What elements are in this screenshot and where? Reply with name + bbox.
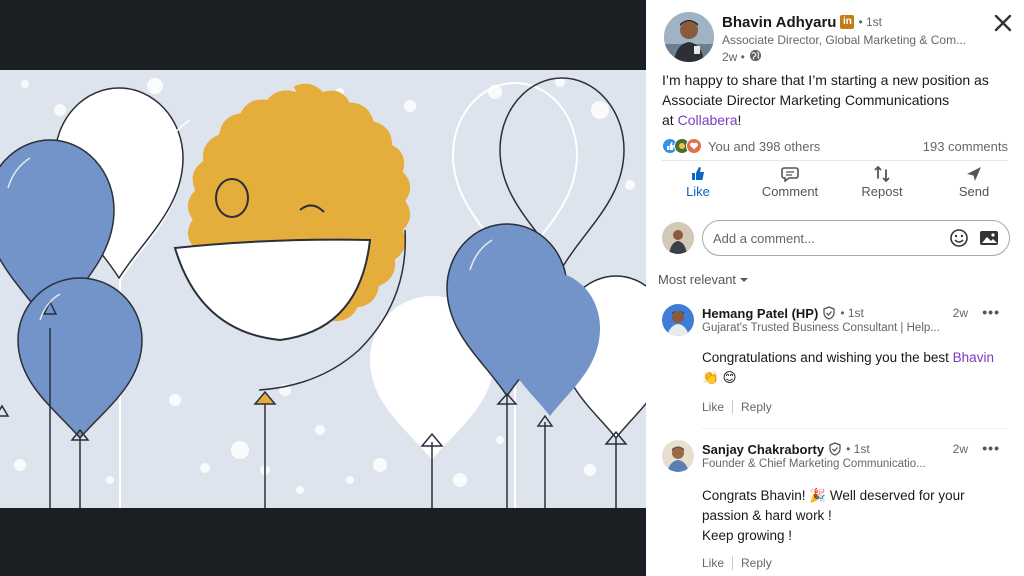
- globe-icon: [749, 49, 762, 65]
- comment-reply-button[interactable]: Reply: [741, 400, 772, 414]
- reactions-text[interactable]: You and 398 others: [708, 139, 820, 154]
- linkedin-badge-icon: in: [840, 15, 855, 29]
- post-text-line: at Collabera!: [662, 110, 1012, 130]
- commenter-name[interactable]: Hemang Patel (HP): [702, 306, 818, 321]
- comment-item: Sanjay Chakraborty • 1st Founder & Chief…: [662, 440, 1012, 576]
- post-text-line: I’m happy to share that I’m starting a n…: [662, 72, 989, 88]
- comment-text: Congratulations and wishing you the best…: [702, 348, 1008, 388]
- comment-reply-button[interactable]: Reply: [741, 556, 772, 570]
- post-actions: Like Comment Repost Send: [658, 164, 1014, 210]
- commenter-avatar[interactable]: [662, 304, 694, 336]
- comment-text-part: Congratulations and wishing you the best: [702, 350, 953, 365]
- author-headline: Associate Director, Global Marketing & C…: [722, 33, 967, 47]
- my-avatar[interactable]: [662, 222, 694, 254]
- connection-degree: • 1st: [846, 442, 870, 456]
- comment-emojis: 👏 😊: [702, 370, 737, 385]
- comment-time: 2w: [952, 306, 968, 320]
- repost-button[interactable]: Repost: [842, 164, 922, 210]
- close-icon[interactable]: [990, 10, 1016, 36]
- comment-placeholder: Add a comment...: [713, 230, 815, 246]
- comment-text-line: Keep growing !: [702, 528, 793, 543]
- send-icon: [966, 164, 982, 184]
- post-text: I’m happy to share that I’m starting a n…: [662, 70, 1012, 130]
- divider: [662, 160, 1008, 161]
- send-label: Send: [958, 184, 990, 199]
- comment-like-button[interactable]: Like: [702, 556, 724, 570]
- comment-item: Hemang Patel (HP) • 1st Gujarat's Truste…: [662, 304, 1012, 424]
- author-avatar[interactable]: [664, 12, 714, 62]
- comment-label: Comment: [761, 184, 819, 199]
- connection-degree: • 1st: [840, 306, 864, 320]
- divider: [702, 428, 1008, 429]
- comment-text-line: Congrats Bhavin! 🎉 Well deserved for you…: [702, 488, 965, 503]
- repost-icon: [874, 164, 890, 184]
- comment-time: 2w: [952, 442, 968, 456]
- more-icon[interactable]: •••: [982, 440, 1000, 456]
- mention-link[interactable]: Bhavin: [953, 350, 994, 365]
- company-mention-link[interactable]: Collabera: [678, 112, 738, 128]
- commenter-headline: Gujarat's Trusted Business Consultant | …: [702, 322, 940, 334]
- emoji-icon[interactable]: [949, 228, 969, 248]
- caret-down-icon: [739, 276, 749, 284]
- post-text-at: at: [662, 112, 678, 128]
- divider: [732, 400, 734, 414]
- send-button[interactable]: Send: [934, 164, 1014, 210]
- comment-actions: Like Reply: [702, 400, 772, 414]
- reaction-icons[interactable]: [662, 138, 702, 154]
- sort-dropdown[interactable]: Most relevant: [658, 272, 749, 287]
- image-icon[interactable]: [979, 229, 999, 247]
- post-image: [0, 70, 646, 508]
- commenter-headline: Founder & Chief Marketing Communicatio..…: [702, 458, 926, 470]
- comment-like-button[interactable]: Like: [702, 400, 724, 414]
- love-reaction-icon: [686, 138, 702, 154]
- author-name[interactable]: Bhavin Adhyaru: [722, 14, 836, 31]
- post-time: 2w •: [722, 50, 745, 64]
- comments-count[interactable]: 193 comments: [923, 139, 1008, 154]
- more-icon[interactable]: •••: [982, 304, 1000, 320]
- like-button[interactable]: Like: [658, 164, 738, 210]
- comment-actions: Like Reply: [702, 556, 772, 570]
- commenter-name[interactable]: Sanjay Chakraborty: [702, 442, 824, 457]
- verified-shield-icon: [822, 306, 836, 320]
- comment-composer: Add a comment...: [662, 220, 1010, 256]
- repost-label: Repost: [861, 184, 903, 199]
- verified-shield-icon: [828, 442, 842, 456]
- post-side-panel: Bhavin Adhyaru in • 1st Associate Direct…: [646, 0, 1024, 576]
- social-counts: You and 398 others 193 comments: [662, 136, 1008, 156]
- comment-bubble-icon: [781, 164, 799, 184]
- thumbs-up-icon: [690, 164, 706, 184]
- connection-degree: • 1st: [858, 15, 883, 29]
- comment-button[interactable]: Comment: [750, 164, 830, 210]
- comment-text: Congrats Bhavin! 🎉 Well deserved for you…: [702, 486, 1008, 546]
- like-label: Like: [686, 184, 710, 199]
- sort-label: Most relevant: [658, 272, 737, 287]
- post-text-end: !: [737, 112, 742, 128]
- divider: [732, 556, 734, 570]
- post-text-line: Associate Director Marketing Communicati…: [662, 92, 950, 108]
- media-viewer: [0, 0, 646, 576]
- commenter-avatar[interactable]: [662, 440, 694, 472]
- comment-input[interactable]: Add a comment...: [702, 220, 1010, 256]
- post-header: Bhavin Adhyaru in • 1st Associate Direct…: [664, 12, 992, 65]
- comment-text-line: passion & hard work !: [702, 508, 832, 523]
